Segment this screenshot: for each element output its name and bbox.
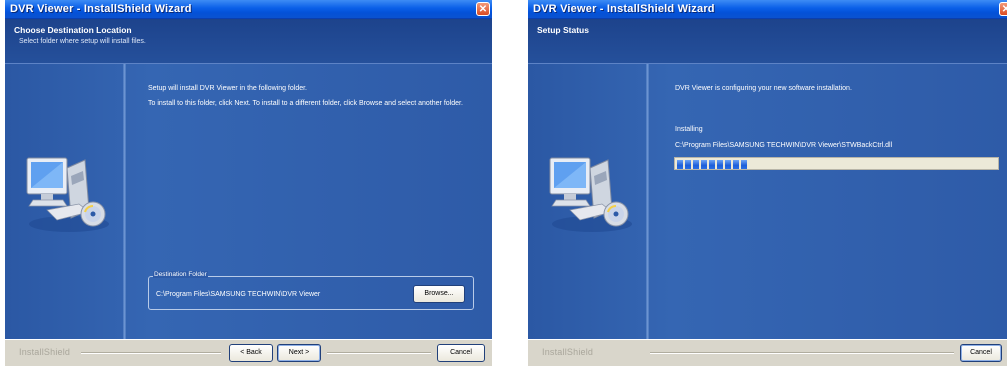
window-title: DVR Viewer - InstallShield Wizard [10,3,192,15]
progress-segment [693,160,699,169]
computer-install-icon [546,146,636,234]
progress-segment [725,160,731,169]
computer-install-icon [23,146,113,234]
instruction-message: To install to this folder, click Next. T… [148,100,463,107]
current-file-path: C:\Program Files\SAMSUNG TECHWIN\DVR Vie… [675,142,893,149]
progress-segment [685,160,691,169]
wizard-window-status: DVR Viewer - InstallShield Wizard ✕ Setu… [528,0,1007,366]
status-message: DVR Viewer is configuring your new softw… [675,85,852,92]
install-progress-bar [674,157,999,170]
title-bar[interactable]: DVR Viewer - InstallShield Wizard ✕ [528,0,1007,19]
folder-path: C:\Program Files\SAMSUNG TECHWIN\DVR Vie… [156,291,321,298]
panel-divider [646,64,649,340]
close-icon[interactable]: ✕ [999,2,1007,16]
progress-segment [677,160,683,169]
header-title: Setup Status [537,25,589,35]
title-bar[interactable]: DVR Viewer - InstallShield Wizard ✕ [5,0,492,19]
footer-line [327,352,431,354]
wizard-header: Choose Destination Location Select folde… [5,19,492,64]
progress-segment [717,160,723,169]
progress-segment [701,160,707,169]
wizard-footer: InstallShield Cancel [528,339,1007,366]
header-subtitle: Select folder where setup will install f… [19,38,146,45]
cancel-button[interactable]: Cancel [960,344,1002,362]
progress-segment [709,160,715,169]
window-title: DVR Viewer - InstallShield Wizard [533,3,715,15]
wizard-window-destination: DVR Viewer - InstallShield Wizard ✕ Choo… [5,0,492,366]
group-label: Destination Folder [153,271,208,278]
installshield-brand: InstallShield [19,347,71,357]
wizard-header: Setup Status [528,19,1007,64]
browse-button[interactable]: Browse... [413,285,465,303]
progress-segment [741,160,747,169]
wizard-body: Setup will install DVR Viewer in the fol… [5,64,492,340]
next-button[interactable]: Next > [277,344,321,362]
wizard-body: DVR Viewer is configuring your new softw… [528,64,1007,340]
wizard-footer: InstallShield < Back Next > Cancel [5,339,492,366]
close-icon[interactable]: ✕ [476,2,490,16]
panel-divider [123,64,126,340]
back-button[interactable]: < Back [229,344,273,362]
installshield-brand: InstallShield [542,347,594,357]
installing-label: Installing [675,126,703,133]
destination-folder-group: Destination Folder C:\Program Files\SAMS… [148,271,474,310]
header-title: Choose Destination Location [14,25,132,35]
progress-fill [677,160,749,169]
footer-line [650,352,954,354]
cancel-button[interactable]: Cancel [437,344,485,362]
progress-segment [733,160,739,169]
footer-line [81,352,221,354]
info-message: Setup will install DVR Viewer in the fol… [148,85,308,92]
